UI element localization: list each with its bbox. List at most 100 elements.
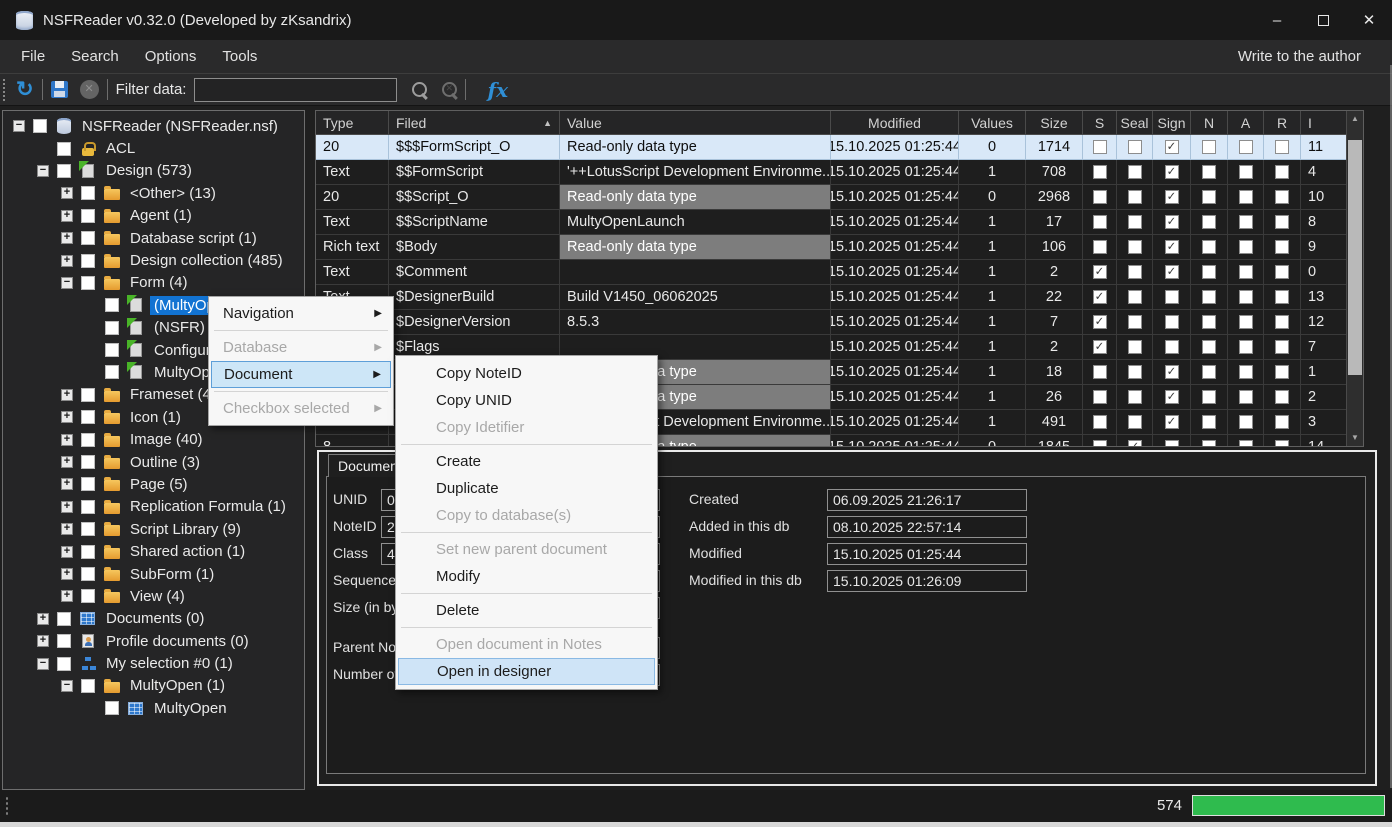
checkbox-r-unchecked[interactable]: [1275, 190, 1289, 204]
checkbox-n-unchecked[interactable]: [1202, 140, 1216, 154]
minimize-button[interactable]: –: [1254, 0, 1300, 40]
doc-field-value-modified-in-this-db[interactable]: 15.10.2025 01:26:09: [827, 570, 1027, 592]
tree-item-script-library-9[interactable]: +Script Library (9): [3, 518, 304, 540]
column-header-i[interactable]: I: [1301, 111, 1348, 135]
checkbox-s-checked[interactable]: ✓: [1093, 340, 1107, 354]
menu-write-to-author[interactable]: Write to the author: [1225, 40, 1374, 73]
checkbox-s-checked[interactable]: ✓: [1093, 265, 1107, 279]
tree-checkbox[interactable]: [81, 545, 95, 559]
table-row[interactable]: Text$DesignerBuildBuild V1450_0606202515…: [316, 285, 1363, 310]
checkbox-n-unchecked[interactable]: [1202, 365, 1216, 379]
tree-item-database-script-1[interactable]: +Database script (1): [3, 227, 304, 249]
tree-item-design-573[interactable]: −Design (573): [3, 160, 304, 182]
table-row[interactable]: 20$$Script_ORead-only data type15.10.202…: [316, 185, 1363, 210]
menu-file[interactable]: File: [8, 40, 58, 73]
table-row[interactable]: Text$$ScriptNameMultyOpenLaunch15.10.202…: [316, 210, 1363, 235]
tree-item-outline-3[interactable]: +Outline (3): [3, 451, 304, 473]
context-menu-item-navigation[interactable]: Navigation▶: [211, 300, 391, 327]
tree-checkbox[interactable]: [81, 231, 95, 245]
tree-item-multyopen[interactable]: MultyOpen: [3, 697, 304, 719]
checkbox-a-unchecked[interactable]: [1239, 240, 1253, 254]
checkbox-seal-unchecked[interactable]: [1128, 365, 1142, 379]
column-header-a[interactable]: A: [1228, 111, 1264, 135]
checkbox-s-unchecked[interactable]: [1093, 365, 1107, 379]
tree-checkbox[interactable]: [81, 209, 95, 223]
checkbox-sign-checked[interactable]: ✓: [1165, 265, 1179, 279]
tree-checkbox[interactable]: [57, 634, 71, 648]
submenu-item-open-in-designer[interactable]: Open in designer: [398, 658, 655, 685]
checkbox-s-unchecked[interactable]: [1093, 190, 1107, 204]
checkbox-n-unchecked[interactable]: [1202, 390, 1216, 404]
checkbox-n-unchecked[interactable]: [1202, 340, 1216, 354]
tree-checkbox[interactable]: [81, 388, 95, 402]
scroll-up-arrow[interactable]: ▲: [1347, 111, 1363, 127]
tree-checkbox[interactable]: [105, 343, 119, 357]
checkbox-seal-unchecked[interactable]: [1128, 415, 1142, 429]
tree-item-form-4[interactable]: −Form (4): [3, 272, 304, 294]
expand-plus-icon[interactable]: +: [37, 635, 49, 647]
checkbox-seal-unchecked[interactable]: [1128, 140, 1142, 154]
checkbox-n-unchecked[interactable]: [1202, 415, 1216, 429]
checkbox-sign-checked[interactable]: ✓: [1165, 240, 1179, 254]
collapse-minus-icon[interactable]: −: [13, 120, 25, 132]
tree-checkbox[interactable]: [81, 410, 95, 424]
tree-checkbox[interactable]: [33, 119, 47, 133]
checkbox-seal-unchecked[interactable]: [1128, 190, 1142, 204]
checkbox-s-unchecked[interactable]: [1093, 165, 1107, 179]
checkbox-sign-checked[interactable]: ✓: [1165, 165, 1179, 179]
scroll-down-arrow[interactable]: ▼: [1347, 430, 1363, 446]
doc-field-value-added-in-this-db[interactable]: 08.10.2025 22:57:14: [827, 516, 1027, 538]
tree-checkbox[interactable]: [105, 365, 119, 379]
table-row[interactable]: Text$Comment15.10.2025 01:25:4412✓✓0: [316, 260, 1363, 285]
checkbox-r-unchecked[interactable]: [1275, 265, 1289, 279]
checkbox-seal-unchecked[interactable]: [1128, 240, 1142, 254]
expand-plus-icon[interactable]: +: [61, 568, 73, 580]
checkbox-r-unchecked[interactable]: [1275, 290, 1289, 304]
table-row[interactable]: Text$$FormScript'++LotusScript Developme…: [316, 160, 1363, 185]
expand-plus-icon[interactable]: +: [61, 255, 73, 267]
expand-plus-icon[interactable]: +: [61, 210, 73, 222]
checkbox-r-unchecked[interactable]: [1275, 440, 1289, 447]
column-header-modified[interactable]: Modified: [831, 111, 959, 135]
search-icon[interactable]: [412, 82, 427, 97]
checkbox-r-unchecked[interactable]: [1275, 165, 1289, 179]
column-header-seal[interactable]: Seal: [1117, 111, 1153, 135]
tree-checkbox[interactable]: [81, 433, 95, 447]
tree-item-acl[interactable]: ACL: [3, 137, 304, 159]
checkbox-n-unchecked[interactable]: [1202, 190, 1216, 204]
expand-plus-icon[interactable]: +: [61, 501, 73, 513]
tree-item-page-5[interactable]: +Page (5): [3, 473, 304, 495]
checkbox-r-unchecked[interactable]: [1275, 315, 1289, 329]
checkbox-a-unchecked[interactable]: [1239, 165, 1253, 179]
checkbox-s-unchecked[interactable]: [1093, 240, 1107, 254]
tree-item-agent-1[interactable]: +Agent (1): [3, 205, 304, 227]
tree-checkbox[interactable]: [105, 298, 119, 312]
expand-plus-icon[interactable]: +: [61, 411, 73, 423]
checkbox-n-unchecked[interactable]: [1202, 215, 1216, 229]
checkbox-s-unchecked[interactable]: [1093, 140, 1107, 154]
checkbox-sign-checked[interactable]: ✓: [1165, 215, 1179, 229]
tree-checkbox[interactable]: [81, 500, 95, 514]
checkbox-n-unchecked[interactable]: [1202, 265, 1216, 279]
expand-plus-icon[interactable]: +: [61, 187, 73, 199]
submenu-item-modify[interactable]: Modify: [398, 563, 655, 590]
tree-checkbox[interactable]: [81, 477, 95, 491]
tree-item-profile-documents-0[interactable]: +Profile documents (0): [3, 630, 304, 652]
save-icon[interactable]: [51, 81, 68, 98]
maximize-button[interactable]: [1300, 0, 1346, 40]
doc-field-value-created[interactable]: 06.09.2025 21:26:17: [827, 489, 1027, 511]
tree-item-image-40[interactable]: +Image (40): [3, 428, 304, 450]
tree-checkbox[interactable]: [105, 321, 119, 335]
checkbox-a-unchecked[interactable]: [1239, 390, 1253, 404]
refresh-icon[interactable]: ↻: [16, 79, 34, 100]
checkbox-r-unchecked[interactable]: [1275, 240, 1289, 254]
context-menu-item-document[interactable]: Document▶: [211, 361, 391, 388]
tree-item-multyopen-1[interactable]: −MultyOpen (1): [3, 675, 304, 697]
checkbox-n-unchecked[interactable]: [1202, 315, 1216, 329]
checkbox-seal-checked[interactable]: ✓: [1128, 440, 1142, 447]
expand-plus-icon[interactable]: +: [61, 434, 73, 446]
table-row[interactable]: $DesignerVersion8.5.315.10.2025 01:25:44…: [316, 310, 1363, 335]
column-header-values[interactable]: Values: [959, 111, 1026, 135]
column-header-value[interactable]: Value: [560, 111, 831, 135]
tree-item-replication-formula-1[interactable]: +Replication Formula (1): [3, 496, 304, 518]
